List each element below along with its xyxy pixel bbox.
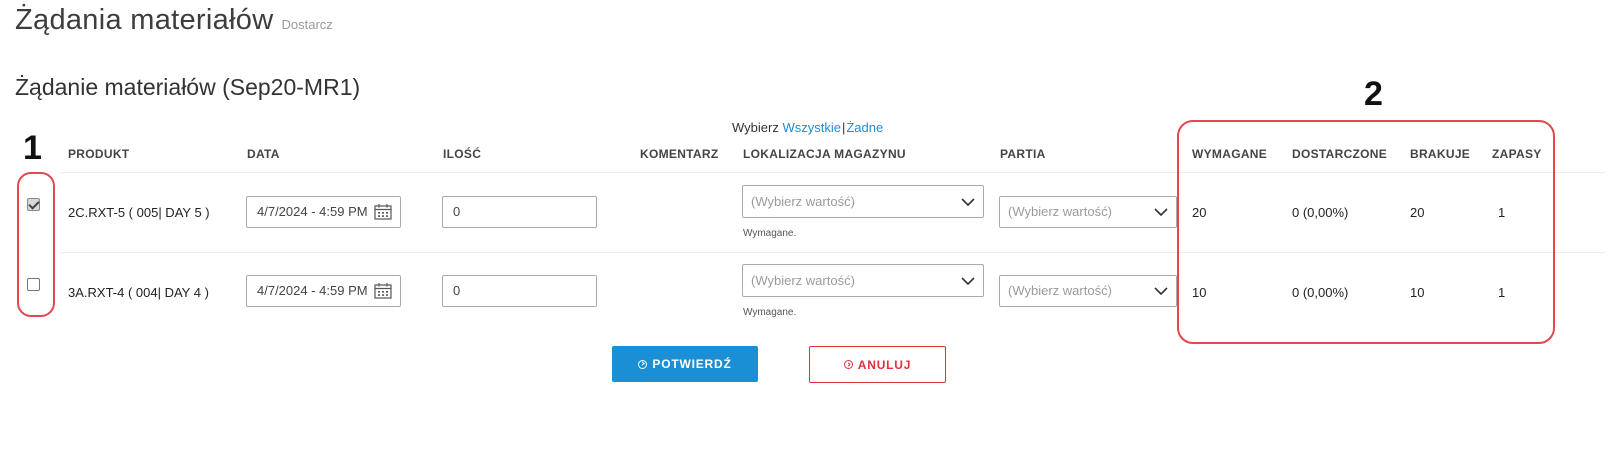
location-placeholder: (Wybierz wartość) (751, 194, 855, 209)
annotation-marker-2: 2 (1364, 75, 1383, 113)
location-select[interactable]: (Wybierz wartość) (742, 185, 984, 218)
location-placeholder: (Wybierz wartość) (751, 273, 855, 288)
page-title: Żądania materiałów Dostarcz (15, 4, 333, 37)
product-cell: 3A.RXT-4 ( 004| DAY 4 ) (68, 285, 209, 300)
location-required-hint: Wymagane. (743, 307, 797, 318)
check-circle-icon (843, 360, 853, 369)
column-header-location: LOKALIZACJA MAGAZYNU (743, 147, 906, 161)
batch-placeholder: (Wybierz wartość) (1008, 283, 1112, 298)
cancel-button-label: ANULUJ (857, 357, 912, 372)
location-required-hint: Wymagane. (743, 228, 797, 239)
section-title: Żądanie materiałów (Sep20-MR1) (15, 74, 361, 100)
select-all-prefix: Wybierz (732, 120, 779, 135)
chevron-down-icon (1154, 208, 1168, 216)
column-header-product: PRODUKT (68, 147, 130, 161)
product-cell: 2C.RXT-5 ( 005| DAY 5 ) (68, 205, 210, 220)
confirm-button-label: POTWIERDŹ (652, 357, 732, 371)
date-input[interactable]: 4/7/2024 - 4:59 PM (246, 196, 401, 228)
page-title-text: Żądania materiałów (15, 4, 274, 36)
select-all-link[interactable]: Wszystkie (782, 120, 841, 135)
cancel-button[interactable]: ANULUJ (809, 346, 946, 383)
batch-select[interactable]: (Wybierz wartość) (999, 196, 1177, 228)
location-select[interactable]: (Wybierz wartość) (742, 264, 984, 297)
calendar-icon[interactable] (374, 282, 392, 299)
select-separator: | (841, 120, 846, 135)
page-subtitle: Dostarcz (281, 17, 333, 32)
chevron-down-icon (961, 198, 975, 206)
date-input[interactable]: 4/7/2024 - 4:59 PM (246, 275, 401, 307)
confirm-button[interactable]: POTWIERDŹ (612, 346, 758, 382)
annotation-box-checkboxes (17, 172, 55, 317)
calendar-icon[interactable] (374, 203, 392, 220)
column-header-quantity: ILOŚĆ (443, 147, 482, 161)
annotation-box-summary (1177, 120, 1555, 344)
column-header-comment: KOMENTARZ (640, 147, 719, 161)
date-value: 4/7/2024 - 4:59 PM (257, 204, 368, 219)
batch-placeholder: (Wybierz wartość) (1008, 204, 1112, 219)
select-none-link[interactable]: Żadne (846, 120, 883, 135)
batch-select[interactable]: (Wybierz wartość) (999, 275, 1177, 307)
column-header-batch: PARTIA (1000, 147, 1046, 161)
chevron-down-icon (1154, 287, 1168, 295)
quantity-input[interactable]: 0 (442, 196, 597, 228)
quantity-input[interactable]: 0 (442, 275, 597, 307)
select-all-bar: Wybierz Wszystkie|Żadne (732, 120, 883, 135)
annotation-marker-1: 1 (23, 129, 42, 167)
date-value: 4/7/2024 - 4:59 PM (257, 283, 368, 298)
check-circle-icon (638, 359, 648, 369)
column-header-date: DATA (247, 147, 280, 161)
chevron-down-icon (961, 277, 975, 285)
